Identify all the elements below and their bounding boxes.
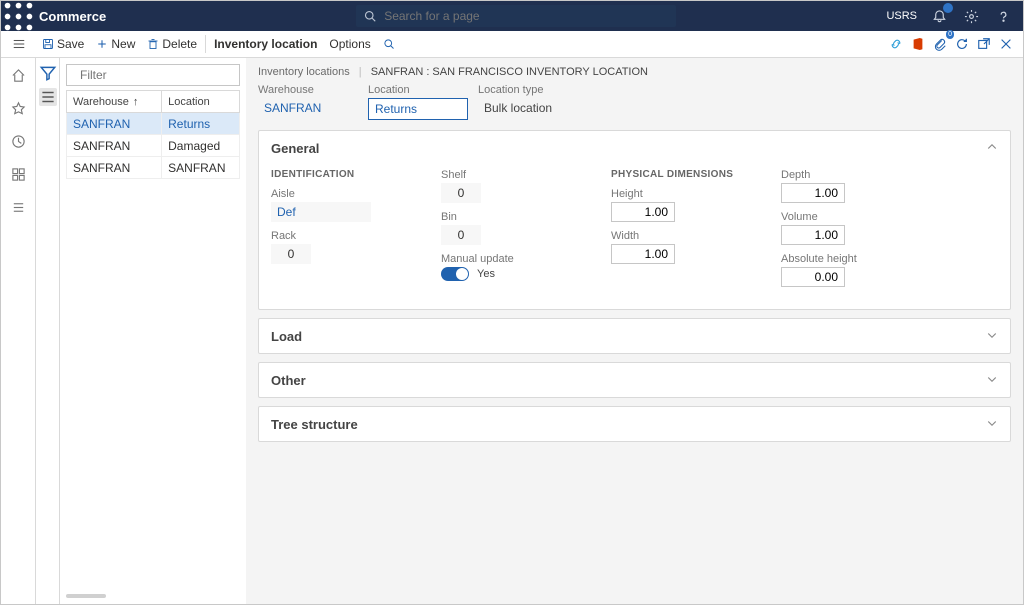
location-type-value[interactable]: Bulk location: [478, 98, 618, 118]
detail-panel: Inventory locations | SANFRAN : SAN FRAN…: [246, 58, 1023, 604]
col-warehouse[interactable]: Warehouse↑: [67, 91, 162, 113]
section-general: General IDENTIFICATION Aisle Def Rack 0: [258, 130, 1011, 310]
modules-icon[interactable]: [11, 200, 26, 215]
app-name: Commerce: [36, 9, 106, 24]
location-label: Location: [368, 84, 468, 96]
new-button[interactable]: New: [90, 31, 141, 57]
funnel-icon[interactable]: [39, 64, 57, 82]
refresh-icon[interactable]: [951, 33, 973, 55]
chevron-up-icon: [986, 141, 998, 156]
popout-icon[interactable]: [973, 33, 995, 55]
chevron-down-icon: [986, 373, 998, 388]
section-other-header[interactable]: Other: [259, 363, 1010, 397]
chevron-down-icon: [986, 417, 998, 432]
filter-input[interactable]: [78, 67, 237, 83]
height-input[interactable]: [611, 202, 675, 222]
page-title[interactable]: Inventory location: [208, 31, 323, 57]
options-button[interactable]: Options: [323, 31, 376, 57]
section-other: Other: [258, 362, 1011, 398]
section-general-header[interactable]: General: [259, 131, 1010, 165]
list-view-icon[interactable]: [39, 88, 57, 106]
section-load-header[interactable]: Load: [259, 319, 1010, 353]
warehouse-value[interactable]: SANFRAN: [258, 98, 358, 118]
manual-update-toggle[interactable]: Yes: [441, 267, 591, 281]
delete-button[interactable]: Delete: [141, 31, 203, 57]
absolute-height-input[interactable]: [781, 267, 845, 287]
section-load: Load: [258, 318, 1011, 354]
aisle-field[interactable]: Def: [271, 202, 371, 222]
table-row[interactable]: SANFRAN Returns: [67, 113, 240, 135]
section-tree: Tree structure: [258, 406, 1011, 442]
search-input[interactable]: [382, 8, 668, 24]
sort-asc-icon: ↑: [133, 96, 139, 108]
recent-icon[interactable]: [11, 134, 26, 149]
volume-input[interactable]: [781, 225, 845, 245]
attachments-icon[interactable]: 0: [929, 33, 951, 55]
user-label[interactable]: USRS: [886, 10, 917, 22]
office-icon[interactable]: [907, 33, 929, 55]
notification-badge: [943, 3, 953, 13]
table-row[interactable]: SANFRAN SANFRAN: [67, 157, 240, 179]
save-button[interactable]: Save: [36, 31, 90, 57]
action-search-icon[interactable]: [377, 31, 401, 57]
identification-head: IDENTIFICATION: [271, 169, 421, 180]
col-location[interactable]: Location: [162, 91, 240, 113]
location-input[interactable]: [368, 98, 468, 120]
quickfilter[interactable]: [66, 64, 240, 86]
section-tree-header[interactable]: Tree structure: [259, 407, 1010, 441]
table-row[interactable]: SANFRAN Damaged: [67, 135, 240, 157]
action-pane: Save New Delete Inventory location Optio…: [1, 31, 1023, 58]
nav-rail: [1, 58, 36, 604]
physical-head: PHYSICAL DIMENSIONS: [611, 169, 761, 180]
suite-header: Commerce USRS: [1, 1, 1023, 31]
hscroll-thumb[interactable]: [66, 594, 106, 598]
close-icon[interactable]: [995, 33, 1017, 55]
breadcrumb: Inventory locations | SANFRAN : SAN FRAN…: [258, 66, 1011, 78]
home-icon[interactable]: [11, 68, 26, 83]
global-search[interactable]: [356, 5, 676, 27]
hamburger-icon[interactable]: [1, 31, 36, 57]
link-icon[interactable]: [885, 33, 907, 55]
star-icon[interactable]: [11, 101, 26, 116]
waffle-icon[interactable]: [1, 0, 36, 34]
rack-field[interactable]: 0: [271, 244, 311, 264]
warehouse-label: Warehouse: [258, 84, 358, 96]
chevron-down-icon: [986, 329, 998, 344]
workspace-icon[interactable]: [11, 167, 26, 182]
list-rail: [36, 58, 60, 604]
shelf-field[interactable]: 0: [441, 183, 481, 203]
bell-icon[interactable]: [929, 6, 949, 26]
bin-field[interactable]: 0: [441, 225, 481, 245]
width-input[interactable]: [611, 244, 675, 264]
record-list: Warehouse↑ Location SANFRAN Returns SANF…: [60, 58, 246, 604]
help-icon[interactable]: [993, 6, 1013, 26]
location-type-label: Location type: [478, 84, 618, 96]
depth-input[interactable]: [781, 183, 845, 203]
gear-icon[interactable]: [961, 6, 981, 26]
